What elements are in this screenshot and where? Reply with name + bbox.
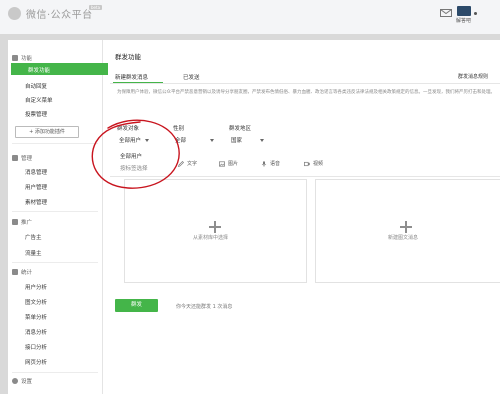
red-circle-annotation [91,119,180,189]
